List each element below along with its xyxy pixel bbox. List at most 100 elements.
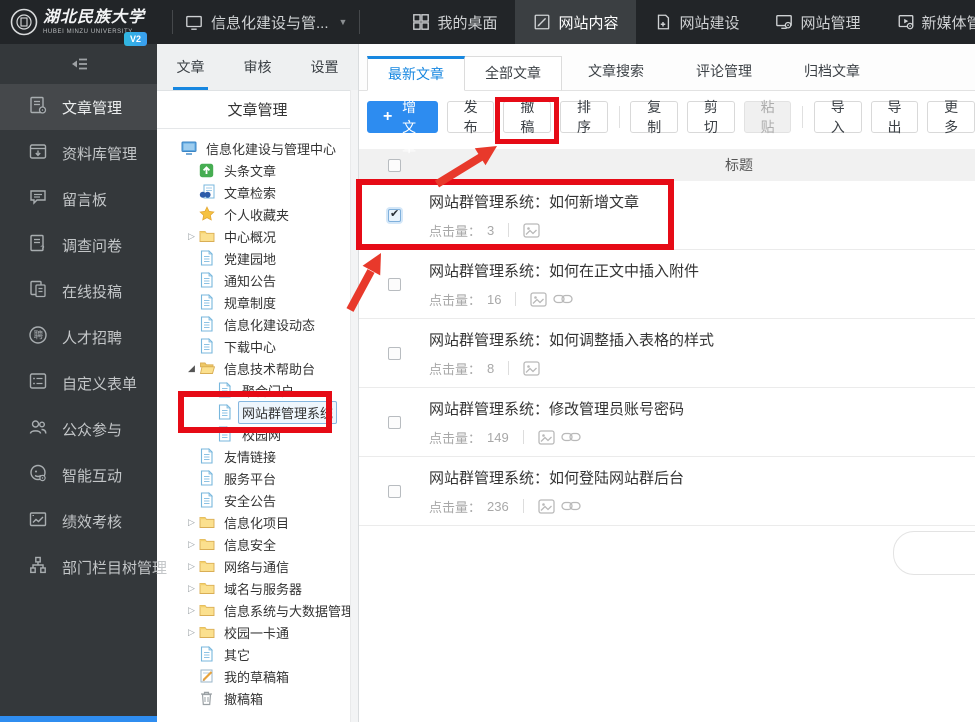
star-icon (198, 206, 215, 222)
panel-tab[interactable]: 文章 (157, 44, 224, 90)
import-button[interactable]: 导入 (814, 101, 862, 133)
sidebar-item-message-board[interactable]: 留言板 (0, 176, 157, 222)
article-row[interactable]: 网站群管理系统：如何新增文章点击量：3 (358, 181, 975, 250)
tree-node[interactable]: 下载中心 (157, 335, 358, 357)
tree-node[interactable]: 安全公告 (157, 489, 358, 511)
tree-node[interactable]: 校园网 (157, 423, 358, 445)
topnav-site-build[interactable]: 网站建设 (636, 0, 757, 44)
tree-node[interactable]: ▷ 信息化项目 (157, 511, 358, 533)
new-article-button[interactable]: +新增文章 (367, 101, 438, 133)
sidebar-item-label: 绩效考核 (62, 511, 122, 532)
row-checkbox[interactable] (388, 209, 401, 222)
tree-expander[interactable]: ▷ (185, 605, 198, 616)
topnav-my-desktop[interactable]: 我的桌面 (394, 0, 515, 44)
article-row-content: 网站群管理系统：如何在正文中插入附件点击量：16 (429, 260, 699, 309)
tree-node[interactable]: ▷校园一卡通 (157, 621, 358, 643)
site-selector-label: 信息化建设与管... (211, 12, 329, 33)
button-label: 复制 (646, 97, 662, 137)
sidebar-item-recruitment[interactable]: 聘人才招聘 (0, 314, 157, 360)
tree-expander[interactable]: ▷ (185, 583, 198, 594)
sidebar-item-custom-form[interactable]: 自定义表单 (0, 360, 157, 406)
tree-node[interactable]: 信息化建设与管理中心 (157, 137, 358, 159)
university-name: 湖北民族大学 (43, 10, 145, 26)
article-row[interactable]: 网站群管理系统：如何调整插入表格的样式点击量：8 (358, 319, 975, 388)
hire-icon: 聘 (28, 325, 48, 349)
panel-tab[interactable]: 设置 (291, 44, 358, 90)
tree-node[interactable]: ▷中心概况 (157, 225, 358, 247)
content-tab[interactable]: 评论管理 (676, 55, 772, 90)
tree-node[interactable]: 个人收藏夹 (157, 203, 358, 225)
tree-scrollbar[interactable] (350, 90, 358, 722)
sidebar-item-online-submission[interactable]: 在线投稿 (0, 268, 157, 314)
tree-node[interactable]: 聚合门户 (157, 379, 358, 401)
select-all-checkbox[interactable] (388, 159, 401, 172)
export-button[interactable]: 导出 (871, 101, 919, 133)
site-icon (180, 140, 197, 156)
sidebar-item-public-participation[interactable]: 公众参与 (0, 406, 157, 452)
content-tab[interactable]: 归档文章 (784, 55, 880, 90)
article-row-content: 网站群管理系统：修改管理员账号密码点击量：149 (429, 398, 684, 447)
publish-button[interactable]: 发布 (447, 101, 495, 133)
folder-icon (198, 514, 215, 530)
copy-button[interactable]: 复制 (630, 101, 678, 133)
tree-expander[interactable]: ▷ (185, 561, 198, 572)
tree-node[interactable]: 信息化建设动态 (157, 313, 358, 335)
tree-node[interactable]: 头条文章 (157, 159, 358, 181)
tree-node[interactable]: 撤稿箱 (157, 687, 358, 709)
tree-expander[interactable]: ◢ (185, 363, 198, 374)
topnav-site-content[interactable]: 网站内容 (515, 0, 636, 44)
article-title: 网站群管理系统：如何登陆网站群后台 (429, 467, 684, 488)
tree-node[interactable]: 友情链接 (157, 445, 358, 467)
article-row[interactable]: 网站群管理系统：修改管理员账号密码点击量：149 (358, 388, 975, 457)
tree-node[interactable]: ▷信息系统与大数据管理 (157, 599, 358, 621)
article-icon (28, 95, 48, 119)
sidebar-item-survey[interactable]: ?调查问卷 (0, 222, 157, 268)
content-tab[interactable]: 全部文章 (465, 56, 562, 91)
tree-expander[interactable]: ▷ (185, 231, 198, 242)
cut-button[interactable]: 剪切 (687, 101, 735, 133)
clicks-value: 16 (487, 292, 501, 307)
site-selector-dropdown[interactable]: 信息化建设与管... ▼ (185, 12, 347, 33)
sidebar-item-department-tree[interactable]: 部门栏目树管理 (0, 544, 157, 590)
row-checkbox[interactable] (388, 278, 401, 291)
content-tab[interactable]: 文章搜索 (568, 55, 664, 90)
sidebar-item-smart-interaction[interactable]: 智能互动 (0, 452, 157, 498)
sidebar-item-performance-review[interactable]: 绩效考核 (0, 498, 157, 544)
collapse-sidebar-button[interactable] (0, 44, 157, 84)
tree-expander[interactable]: ▷ (185, 539, 198, 550)
floating-widget[interactable] (893, 531, 975, 575)
tree-node[interactable]: ▷域名与服务器 (157, 577, 358, 599)
tree-node[interactable]: 我的草稿箱 (157, 665, 358, 687)
people-icon (28, 417, 48, 441)
article-row[interactable]: 网站群管理系统：如何登陆网站群后台点击量：236 (358, 457, 975, 526)
topnav-site-manage[interactable]: 网站管理 (757, 0, 878, 44)
tree-node[interactable]: ▷信息安全 (157, 533, 358, 555)
tree-node-label: 信息化项目 (220, 511, 293, 534)
row-checkbox[interactable] (388, 347, 401, 360)
tree-node[interactable]: 规章制度 (157, 291, 358, 313)
tree-node[interactable]: 通知公告 (157, 269, 358, 291)
tree-node[interactable]: ◢信息技术帮助台 (157, 357, 358, 379)
tree-expander[interactable]: ▷ (185, 517, 198, 528)
more-button[interactable]: 更多 (927, 101, 975, 133)
doc-icon (198, 250, 215, 266)
tree-node-label: 网络与通信 (220, 555, 293, 578)
tree-node[interactable]: 文章检索 (157, 181, 358, 203)
message-icon (28, 187, 48, 211)
tree-node-selected[interactable]: 网站群管理系统 (157, 401, 358, 423)
sidebar-item-library-management[interactable]: 资料库管理 (0, 130, 157, 176)
topnav-new-media[interactable]: 新媒体管理 (879, 0, 975, 44)
tree-node[interactable]: ▷ 网络与通信 (157, 555, 358, 577)
row-checkbox[interactable] (388, 416, 401, 429)
sort-button[interactable]: 排序 (560, 101, 608, 133)
panel-tab[interactable]: 审核 (224, 44, 291, 90)
tree-node[interactable]: 党建园地 (157, 247, 358, 269)
row-checkbox[interactable] (388, 485, 401, 498)
revoke-button[interactable]: 撤稿 (503, 101, 551, 133)
tree-expander[interactable]: ▷ (185, 627, 198, 638)
tree-node[interactable]: 其它 (157, 643, 358, 665)
article-meta: 点击量：3 (429, 221, 639, 240)
article-row[interactable]: 网站群管理系统：如何在正文中插入附件点击量：16 (358, 250, 975, 319)
tree-node[interactable]: 服务平台 (157, 467, 358, 489)
sidebar-item-article-management[interactable]: 文章管理 (0, 84, 157, 130)
